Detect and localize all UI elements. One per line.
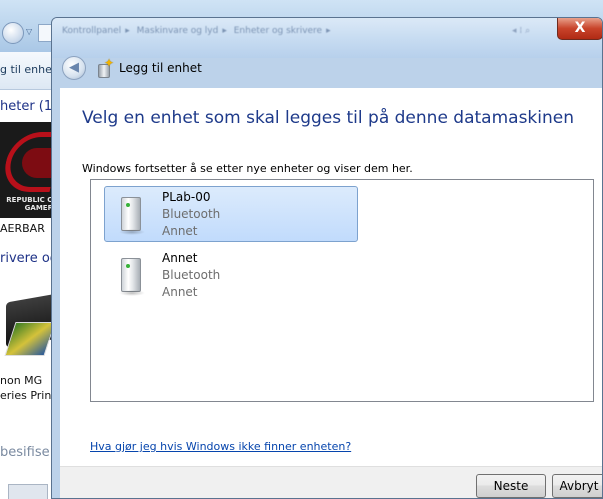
device-category: Annet: [162, 285, 198, 299]
device-list[interactable]: PLab-00 Bluetooth Annet Annet Bluetooth …: [90, 179, 594, 402]
dialog-breadcrumb: Kontrollpanel ▸ Maskinvare og lyd ▸ Enhete…: [62, 26, 331, 36]
background-toolbar-add-device[interactable]: g til enhet: [0, 63, 58, 76]
device-item-plab-00[interactable]: PLab-00 Bluetooth Annet: [104, 186, 358, 242]
help-link[interactable]: Hva gjør jeg hvis Windows ikke finner en…: [90, 440, 351, 453]
next-button[interactable]: Neste: [476, 474, 546, 498]
breadcrumb-item: Enheter og skrivere: [233, 26, 323, 36]
breadcrumb-item: Kontrollpanel: [62, 26, 122, 36]
device-name: Annet: [162, 251, 198, 265]
add-device-dialog: Kontrollpanel ▸ Maskinvare og lyd ▸ Enhete…: [51, 17, 603, 499]
background-device2-label-line2[interactable]: eries Prin: [0, 389, 58, 402]
rog-logo-line1: REPUBLIC OF: [6, 196, 58, 204]
background-device3-icon[interactable]: [8, 484, 48, 499]
breadcrumb-item: Maskinvare og lyd: [136, 26, 219, 36]
background-section-heading-printers[interactable]: rivere og: [0, 251, 58, 266]
dialog-title: Legg til enhet: [119, 61, 202, 75]
device-category: Annet: [162, 224, 198, 238]
device-type: Bluetooth: [162, 207, 221, 221]
device-name: PLab-00: [162, 190, 211, 204]
dialog-search-box[interactable]: ◂ ⁞ ⌕: [512, 26, 544, 44]
main-heading: Velg en enhet som skal legges til på den…: [82, 108, 575, 128]
back-arrow-icon: ◀: [69, 60, 79, 75]
background-back-icon[interactable]: [2, 22, 24, 44]
background-device1-label[interactable]: AERBAR: [0, 222, 58, 235]
back-button[interactable]: ◀: [62, 56, 86, 80]
close-button[interactable]: X: [557, 18, 602, 40]
rog-logo-line2: GAMERS: [24, 204, 58, 212]
generic-device-icon: [119, 254, 145, 296]
close-icon: X: [574, 20, 586, 36]
background-device2-label-line1[interactable]: non MG: [0, 374, 58, 387]
instruction-text: Windows fortsetter å se etter nye enhete…: [82, 162, 413, 175]
add-device-icon: ✦: [96, 57, 114, 78]
background-printer-image[interactable]: [0, 278, 58, 368]
device-type: Bluetooth: [162, 268, 221, 282]
background-dropdown-icon[interactable]: ▽: [26, 28, 34, 36]
device-item-annet[interactable]: Annet Bluetooth Annet: [104, 247, 358, 303]
generic-device-icon: [119, 193, 145, 235]
background-section-heading-devices[interactable]: heter (1): [0, 99, 58, 114]
cancel-button[interactable]: Avbryt: [552, 474, 602, 498]
background-section-heading-unspecified[interactable]: besifise: [0, 445, 58, 460]
background-rog-device-image[interactable]: REPUBLIC OF GAMERS: [0, 122, 58, 218]
